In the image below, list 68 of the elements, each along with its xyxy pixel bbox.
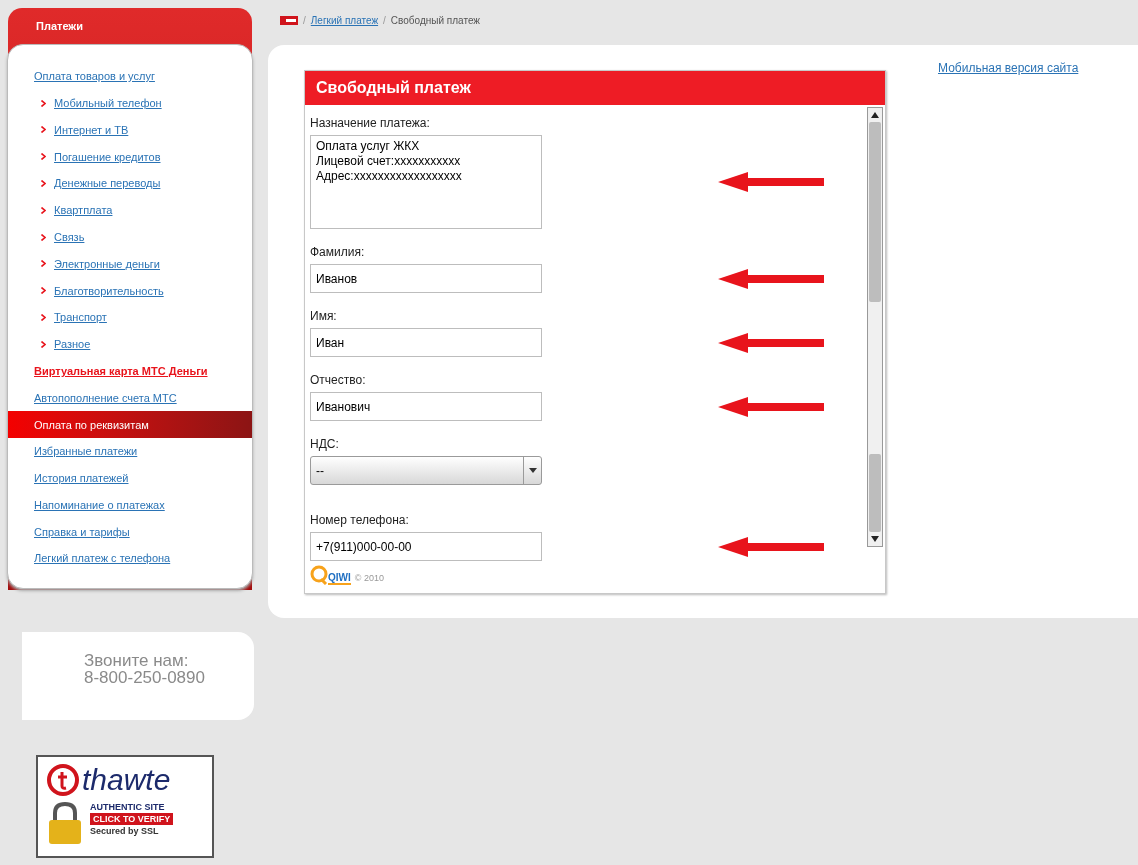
chevron-icon — [41, 314, 46, 322]
input-field[interactable]: Иванович — [310, 392, 542, 421]
field-label: Фамилия: — [310, 244, 366, 261]
badge-line: Secured by SSL — [90, 825, 160, 838]
q-logo-icon — [310, 565, 328, 585]
chevron-icon — [41, 233, 46, 241]
menu-item[interactable]: Транспорт — [8, 304, 252, 331]
menu-item[interactable]: Справка и тарифы — [8, 518, 252, 546]
select-field[interactable]: -- — [310, 456, 542, 485]
menu-item[interactable]: Погашение кредитов — [8, 143, 252, 171]
thawte-logo-icon — [46, 763, 80, 798]
menu-item[interactable]: Оплата товаров и услуг — [8, 63, 252, 90]
menu-item[interactable]: Денежные переводы — [8, 170, 252, 197]
chevron-icon — [41, 340, 46, 348]
chevron-icon — [41, 153, 46, 161]
breadcrumb-current: Свободный платеж — [390, 14, 481, 28]
menu-item[interactable]: Квартплата — [8, 197, 252, 224]
scroll-thumb[interactable] — [869, 122, 881, 302]
input-field[interactable]: +7(911)000-00-00 — [310, 532, 542, 561]
purpose-field[interactable]: Оплата услуг ЖКХ Лицевой счет:xxxxxxxxxxx Адрес:xxxxxxxxxxxxxxxxxx — [310, 135, 542, 229]
chevron-icon — [41, 99, 46, 107]
field-label: Имя: — [310, 308, 338, 325]
mobile-version-link[interactable]: Мобильная версия сайта — [938, 59, 1079, 77]
qiwi-logo: QIWI — [328, 572, 351, 585]
field-label: Назначение платежа: — [310, 115, 431, 132]
verify-link[interactable]: CLICK TO VERIFY — [90, 813, 174, 826]
arrow-icon — [718, 172, 824, 192]
field-label: НДС: — [310, 436, 340, 453]
chevron-icon — [41, 260, 46, 268]
padlock-icon — [46, 801, 84, 846]
arrow-icon — [718, 332, 824, 353]
sidebar-title: Платежи — [35, 18, 84, 34]
brand-name: thawte — [82, 765, 171, 796]
menu-item[interactable]: Мобильный телефон — [8, 89, 252, 117]
menu-item[interactable]: Избранные платежи — [8, 438, 252, 465]
chevron-icon — [41, 126, 46, 134]
chevron-icon — [41, 180, 46, 188]
copyright: © 2010 — [354, 571, 384, 585]
menu-item[interactable]: Легкий платеж с телефона — [8, 545, 252, 573]
scrollbar[interactable] — [867, 107, 883, 547]
flag-icon — [280, 16, 298, 25]
menu-item[interactable]: Виртуальная карта МТС Деньги — [8, 357, 252, 385]
field-label: Отчество: — [310, 372, 367, 389]
chevron-icon — [41, 206, 46, 214]
breadcrumb-link[interactable]: Легкий платеж — [310, 13, 379, 28]
menu-item[interactable]: Оплата по реквизитам — [8, 411, 252, 439]
badge-line: AUTHENTIC SITE — [90, 801, 166, 814]
breadcrumb-separator: / — [303, 14, 306, 28]
menu-item[interactable]: Автопополнение счета МТС — [8, 384, 252, 412]
breadcrumb-separator: / — [383, 14, 386, 28]
scroll-thumb[interactable] — [869, 454, 881, 532]
menu-item[interactable]: Связь — [8, 223, 252, 251]
menu-item[interactable]: История платежей — [8, 464, 252, 492]
call-label: Звоните нам: — [84, 652, 190, 670]
chevron-icon — [41, 287, 46, 295]
menu-item[interactable]: Электронные деньги — [8, 250, 252, 278]
menu-item[interactable]: Напоминание о платежах — [8, 491, 252, 519]
input-field[interactable]: Иван — [310, 328, 542, 357]
arrow-icon — [718, 536, 824, 557]
arrow-icon — [718, 396, 824, 417]
menu-item[interactable]: Разное — [8, 330, 252, 358]
form-title: Свободный платеж — [305, 71, 885, 105]
input-field[interactable]: Иванов — [310, 264, 542, 293]
menu-item[interactable]: Благотворительность — [8, 277, 252, 305]
field-label: Номер телефона: — [310, 512, 410, 529]
menu-item[interactable]: Интернет и ТВ — [8, 116, 252, 144]
call-phone: 8-800-250-0890 — [84, 669, 206, 687]
arrow-icon — [718, 268, 824, 289]
